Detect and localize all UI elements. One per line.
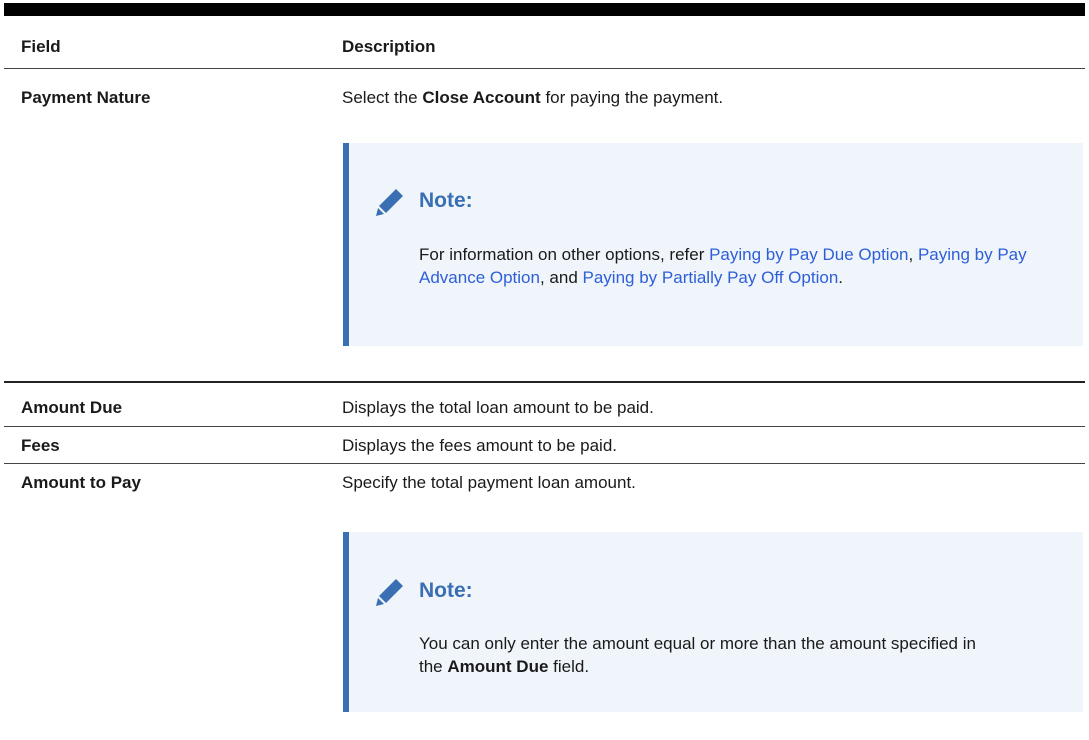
note-title: Note: [419,189,473,212]
description-fees: Displays the fees amount to be paid. [342,436,617,455]
description-amount-to-pay: Specify the total payment loan amount. [342,473,636,492]
field-amount-due: Amount Due [21,398,123,417]
link-pay-due-option[interactable]: Paying by Pay Due Option [709,245,908,264]
field-payment-nature: Payment Nature [21,88,151,107]
note-box: Note: For information on other options, … [343,143,1083,346]
note-box: Note: You can only enter the amount equa… [343,532,1083,712]
row-divider [4,381,1085,383]
column-header-field: Field [21,37,61,56]
note-text: You can only enter the amount equal or m… [419,634,976,676]
document-page: Field Description Payment Nature Select … [0,0,1089,740]
link-partially-pay-off-option[interactable]: Paying by Partially Pay Off Option [583,268,839,287]
row-divider [4,426,1085,427]
field-amount-to-pay: Amount to Pay [21,473,141,492]
pencil-icon [376,189,403,216]
note-text: For information on other options, refer … [419,245,1027,287]
table-top-rule [4,3,1085,16]
column-header-description: Description [342,37,436,56]
field-fees: Fees [21,436,60,455]
description-payment-nature: Select the Close Account for paying the … [342,88,724,107]
description-amount-due: Displays the total loan amount to be pai… [342,398,654,417]
note-title: Note: [419,579,473,602]
pencil-icon [376,579,403,606]
header-divider [4,68,1085,69]
row-divider [4,463,1085,464]
